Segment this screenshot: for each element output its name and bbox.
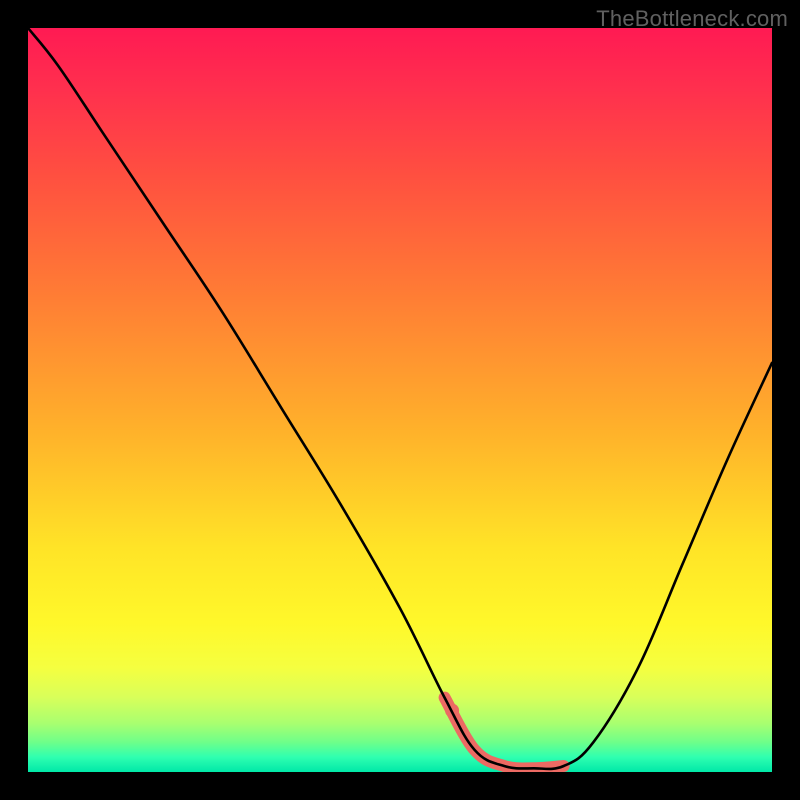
chart-frame: TheBottleneck.com <box>0 0 800 800</box>
plot-area <box>28 28 772 772</box>
bottleneck-curve <box>28 28 772 769</box>
watermark-text: TheBottleneck.com <box>596 6 788 32</box>
curve-svg <box>28 28 772 772</box>
